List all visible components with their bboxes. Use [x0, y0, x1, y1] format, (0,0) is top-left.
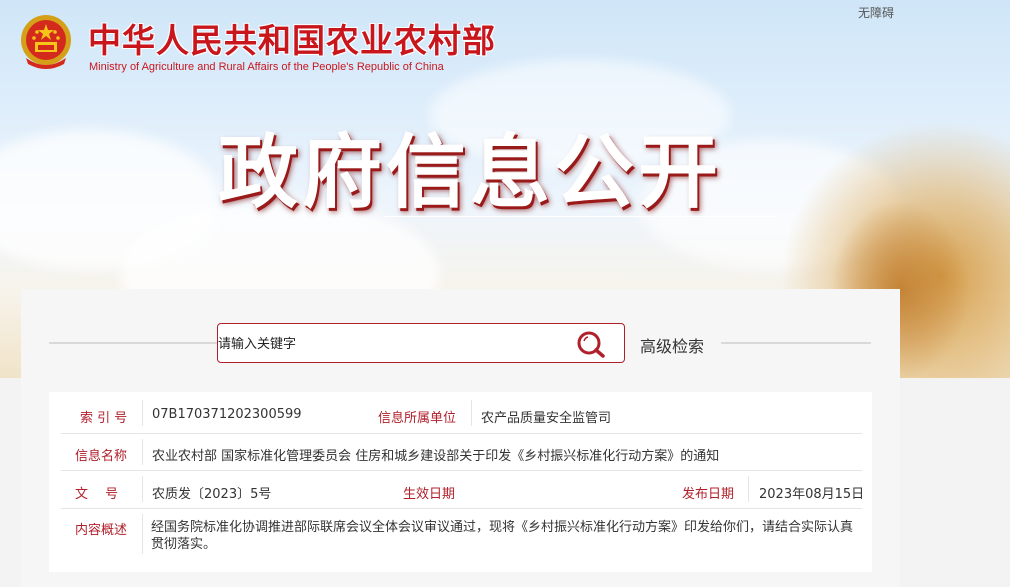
- national-emblem-icon: [21, 15, 71, 69]
- publish-date-value: 2023年08月15日: [759, 487, 865, 502]
- name-value: 农业农村部 国家标准化管理委员会 住房和城乡建设部关于印发《乡村振兴标准化行动方…: [152, 449, 720, 464]
- ministry-name-en: Ministry of Agriculture and Rural Affair…: [89, 61, 444, 73]
- dept-label: 信息所属单位: [378, 411, 457, 426]
- accessibility-link[interactable]: 无障碍: [858, 4, 894, 21]
- table-row: 索 引 号 07B170371202300599 信息所属单位 农产品质量安全监…: [61, 392, 862, 434]
- index-label: 索 引 号: [80, 411, 128, 426]
- advanced-search-link[interactable]: 高级检索: [640, 333, 704, 357]
- main-panel: 高级检索 索 引 号 07B170371202300599 信息所属单位 农产品…: [21, 289, 900, 587]
- doc-number-label: 文 号: [75, 487, 119, 502]
- index-value: 07B170371202300599: [152, 407, 302, 422]
- summary-value: 经国务院标准化协调推进部际联席会议全体会议审议通过，现将《乡村振兴标准化行动方案…: [151, 520, 854, 552]
- table-row: 文 号 农质发〔2023〕5号 生效日期 发布日期 2023年08月15日: [61, 470, 865, 509]
- search-icon[interactable]: [575, 329, 607, 359]
- doc-number-value: 农质发〔2023〕5号: [152, 487, 272, 502]
- table-row: 内容概述 经国务院标准化协调推进部际联席会议全体会议审议通过，现将《乡村振兴标准…: [61, 508, 862, 568]
- search-input[interactable]: [218, 333, 560, 355]
- column-divider: [142, 514, 143, 554]
- title-underline: [384, 216, 776, 217]
- column-divider: [142, 476, 143, 502]
- column-divider: [142, 439, 143, 465]
- column-divider: [471, 400, 472, 426]
- banner-title: 政府信息公开: [218, 126, 722, 219]
- name-label: 信息名称: [75, 449, 128, 464]
- dept-value: 农产品质量安全监管司: [481, 411, 612, 426]
- summary-label: 内容概述: [75, 523, 128, 538]
- table-row: 信息名称 农业农村部 国家标准化管理委员会 住房和城乡建设部关于印发《乡村振兴标…: [61, 433, 862, 471]
- search-box: [217, 323, 625, 363]
- divider-line: [49, 342, 217, 344]
- ministry-name-cn: 中华人民共和国农业农村部: [88, 21, 496, 60]
- info-table: 索 引 号 07B170371202300599 信息所属单位 农产品质量安全监…: [49, 392, 872, 572]
- effective-date-label: 生效日期: [403, 487, 456, 502]
- divider-line: [721, 342, 871, 344]
- column-divider: [142, 400, 143, 426]
- publish-date-label: 发布日期: [682, 487, 735, 502]
- column-divider: [748, 476, 749, 502]
